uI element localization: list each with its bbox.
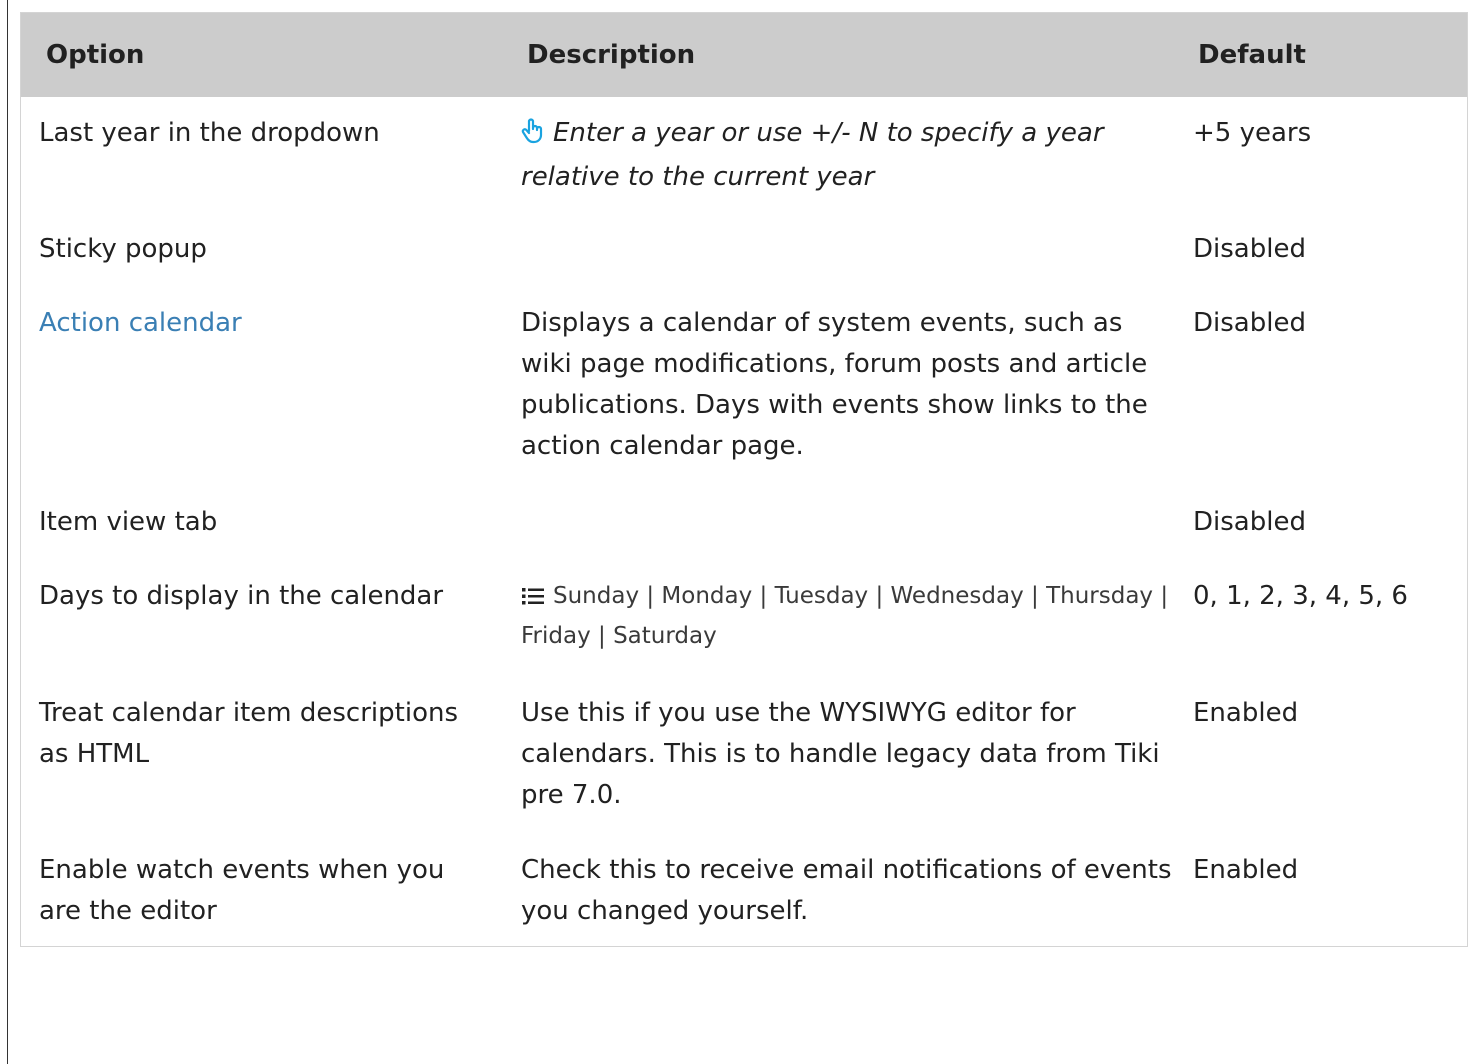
list-icon (521, 581, 545, 618)
table-row: Last year in the dropdown Enter a year o… (21, 113, 1467, 203)
option-cell: Sticky popup (39, 234, 207, 264)
header-option: Option (46, 40, 145, 70)
default-cell: Disabled (1193, 507, 1306, 537)
description-cell: Enter a year or use +/- N to specify a y… (521, 113, 1181, 198)
pointer-hand-icon (521, 116, 545, 157)
table-row: Action calendar Displays a calendar of s… (21, 303, 1467, 473)
header-default: Default (1198, 40, 1306, 70)
option-cell: Treat calendar item descriptions as HTML (39, 698, 458, 769)
option-cell: Enable watch events when you are the edi… (39, 855, 445, 926)
option-cell: Days to display in the calendar (39, 581, 444, 611)
description-cell: Displays a calendar of system events, su… (521, 308, 1148, 461)
table-row: Enable watch events when you are the edi… (21, 850, 1467, 940)
description-cell: Sunday | Monday | Tuesday | Wednesday | … (521, 578, 1181, 655)
action-calendar-link[interactable]: Action calendar (39, 303, 479, 344)
default-cell: Disabled (1193, 308, 1306, 338)
default-cell: +5 years (1193, 118, 1312, 148)
default-cell: 0, 1, 2, 3, 4, 5, 6 (1193, 581, 1408, 611)
table-row: Treat calendar item descriptions as HTML… (21, 693, 1467, 823)
days-options-text: Sunday | Monday | Tuesday | Wednesday | … (521, 583, 1169, 649)
description-cell: Use this if you use the WYSIWYG editor f… (521, 698, 1160, 810)
option-cell: Item view tab (39, 507, 218, 537)
preferences-table: Option Description Default Last year in … (20, 12, 1468, 947)
default-cell: Enabled (1193, 698, 1299, 728)
table-row: Days to display in the calendar Sunday |… (21, 576, 1467, 666)
default-cell: Disabled (1193, 234, 1306, 264)
description-text: Enter a year or use +/- N to specify a y… (521, 118, 1104, 192)
table-row: Sticky popup Disabled (21, 229, 1467, 279)
option-cell: Last year in the dropdown (39, 118, 380, 148)
table-header: Option Description Default (21, 13, 1467, 97)
left-border-rule (7, 0, 8, 1064)
default-cell: Enabled (1193, 855, 1299, 885)
description-cell: Check this to receive email notification… (521, 855, 1172, 926)
table-row: Item view tab Disabled (21, 502, 1467, 552)
header-description: Description (527, 40, 696, 70)
